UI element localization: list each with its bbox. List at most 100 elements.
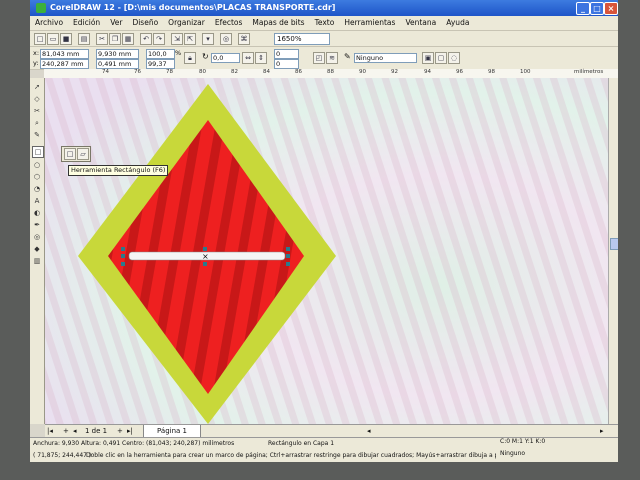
menu-bar: Archivo Edición Ver Diseño Organizar Efectos M… <box>30 16 618 31</box>
save-icon[interactable]: ■ <box>60 33 72 45</box>
mirror-horizontal-icon[interactable]: ⇔ <box>242 52 254 64</box>
ruler-tick: 86 <box>295 69 302 75</box>
redo-icon[interactable]: ↷ <box>153 33 165 45</box>
menu-herramientas[interactable]: Herramientas <box>339 16 400 30</box>
menu-ventana[interactable]: Ventana <box>400 16 441 30</box>
text-tool-icon[interactable]: A <box>32 196 42 206</box>
property-bar: x: 81,043 mm y: 240,287 mm 9,930 mm 0,49… <box>30 47 618 70</box>
coreldraw-window: CorelDRAW 12 - [D:\mis documentos\PLACAS… <box>30 0 618 462</box>
snap-icon[interactable]: ⌘ <box>238 33 250 45</box>
minimize-button[interactable]: _ <box>576 2 590 15</box>
corner-roundness-bottom-field[interactable]: 0 <box>274 59 299 69</box>
crop-tool-icon[interactable]: ✂ <box>32 106 42 116</box>
scale-y-field[interactable]: 99,37 <box>146 59 175 69</box>
drawing-canvas[interactable]: × <box>45 78 608 424</box>
ruler-tick: 76 <box>134 69 141 75</box>
import-icon[interactable]: ⇲ <box>171 33 183 45</box>
menu-diseno[interactable]: Diseño <box>127 16 163 30</box>
first-page-icon[interactable]: |◂ <box>47 427 53 436</box>
page-counter: 1 de 1 <box>85 427 108 435</box>
rectangle-tool-flyout: □ ▱ <box>61 146 91 162</box>
basic-shapes-tool-icon[interactable]: ◔ <box>32 184 42 194</box>
print-icon[interactable]: ▤ <box>78 33 90 45</box>
menu-mapas-de-bits[interactable]: Mapas de bits <box>247 16 309 30</box>
status-object-info: Rectángulo en Capa 1 <box>268 440 335 447</box>
menu-organizar[interactable]: Organizar <box>163 16 210 30</box>
copy-icon[interactable]: ❐ <box>109 33 121 45</box>
ruler-tick: 94 <box>424 69 431 75</box>
scroll-thumb[interactable] <box>610 238 618 250</box>
ruler-tick: 88 <box>327 69 334 75</box>
ellipse-tool-icon[interactable]: ○ <box>32 160 42 170</box>
height-field[interactable]: 0,491 mm <box>96 59 139 69</box>
to-front-icon[interactable]: ▣ <box>422 52 434 64</box>
page-navigator: |◂ + ◂ 1 de 1 + ▸| Página 1 ◂ ▸ <box>45 424 618 438</box>
interactive-fill-tool-icon[interactable]: ▥ <box>32 256 42 266</box>
menu-ayuda[interactable]: Ayuda <box>441 16 474 30</box>
x-position-field[interactable]: 81,043 mm <box>40 49 89 59</box>
canvas-svg: × <box>45 78 608 424</box>
scale-x-field[interactable]: 100,0 <box>146 49 175 59</box>
next-page-icon[interactable]: ▸| <box>127 427 133 436</box>
interactive-blend-tool-icon[interactable]: ◐ <box>32 208 42 218</box>
freehand-tool-icon[interactable]: ✎ <box>32 130 42 140</box>
open-icon[interactable]: ▭ <box>47 33 59 45</box>
menu-edicion[interactable]: Edición <box>68 16 105 30</box>
shape-tool-icon[interactable]: ◇ <box>32 94 42 104</box>
ruler-tick: 82 <box>231 69 238 75</box>
undo-icon[interactable]: ↶ <box>140 33 152 45</box>
pick-tool-icon[interactable]: ➚ <box>32 82 42 92</box>
export-icon[interactable]: ⇱ <box>184 33 196 45</box>
rectangle-tool-option-icon[interactable]: □ <box>64 148 76 160</box>
outline-width-dropdown[interactable]: Ninguno <box>354 53 417 63</box>
corel-online-icon[interactable]: ◎ <box>220 33 232 45</box>
paste-icon[interactable]: ▦ <box>122 33 134 45</box>
ruler-tick: 84 <box>263 69 270 75</box>
scroll-left-icon[interactable]: ◂ <box>367 427 371 436</box>
window-title: CorelDRAW 12 - [D:\mis documentos\PLACAS… <box>50 3 336 12</box>
coreldraw-logo-icon <box>36 3 46 13</box>
rectangle-tool-icon[interactable]: □ <box>32 146 44 158</box>
fill-tool-icon[interactable]: ◆ <box>32 244 42 254</box>
wrap-text-icon[interactable]: ≋ <box>326 52 338 64</box>
menu-ver[interactable]: Ver <box>105 16 127 30</box>
ruler-tick: 90 <box>359 69 366 75</box>
convert-to-curves-icon[interactable]: ◌ <box>448 52 460 64</box>
zoom-tool-icon[interactable]: ⌕ <box>32 118 42 128</box>
ruler-tick: 80 <box>199 69 206 75</box>
maximize-button[interactable]: □ <box>590 2 604 15</box>
prev-page-icon[interactable]: ◂ <box>73 427 77 436</box>
percent-label: % <box>175 49 182 57</box>
round-corners-together-icon[interactable]: ◰ <box>313 52 325 64</box>
application-launcher-icon[interactable]: ▾ <box>202 33 214 45</box>
zoom-level-dropdown[interactable]: 1650% <box>274 33 330 45</box>
to-back-icon[interactable]: ▢ <box>435 52 447 64</box>
vertical-scrollbar[interactable] <box>608 78 618 424</box>
outline-tool-icon[interactable]: ◎ <box>32 232 42 242</box>
x-label: x: <box>33 49 40 57</box>
cut-icon[interactable]: ✂ <box>96 33 108 45</box>
close-button[interactable]: × <box>604 2 618 15</box>
menu-archivo[interactable]: Archivo <box>30 16 68 30</box>
width-field[interactable]: 9,930 mm <box>96 49 139 59</box>
mirror-vertical-icon[interactable]: ⇕ <box>255 52 267 64</box>
status-dimensions: Anchura: 9,930 Altura: 0,491 Centro: (81… <box>33 440 235 447</box>
y-position-field[interactable]: 240,287 mm <box>40 59 89 69</box>
title-bar: CorelDRAW 12 - [D:\mis documentos\PLACAS… <box>30 0 618 16</box>
corner-roundness-top-field[interactable]: 0 <box>274 49 299 59</box>
status-bar: Anchura: 9,930 Altura: 0,491 Centro: (81… <box>30 437 618 462</box>
eyedropper-tool-icon[interactable]: ✒ <box>32 220 42 230</box>
lock-ratio-icon[interactable]: 🔒︎ <box>184 52 196 64</box>
add-page-after-icon[interactable]: + <box>117 427 123 436</box>
scroll-right-icon[interactable]: ▸ <box>600 427 604 436</box>
add-page-before-icon[interactable]: + <box>63 427 69 436</box>
menu-efectos[interactable]: Efectos <box>210 16 248 30</box>
rotation-angle-field[interactable]: 0,0 <box>211 53 240 63</box>
ruler-tick: 92 <box>391 69 398 75</box>
new-icon[interactable]: □ <box>34 33 46 45</box>
menu-texto[interactable]: Texto <box>310 16 340 30</box>
standard-toolbar: □ ▭ ■ ▤ ✂ ❐ ▦ ↶ ↷ ⇲ ⇱ ▾ ◎ ⌘ 1650% <box>30 31 618 47</box>
polygon-tool-icon[interactable]: ⬡ <box>32 172 42 182</box>
fill-color-info: C:0 M:1 Y:1 K:0 <box>500 438 546 445</box>
three-point-rectangle-icon[interactable]: ▱ <box>77 148 89 160</box>
